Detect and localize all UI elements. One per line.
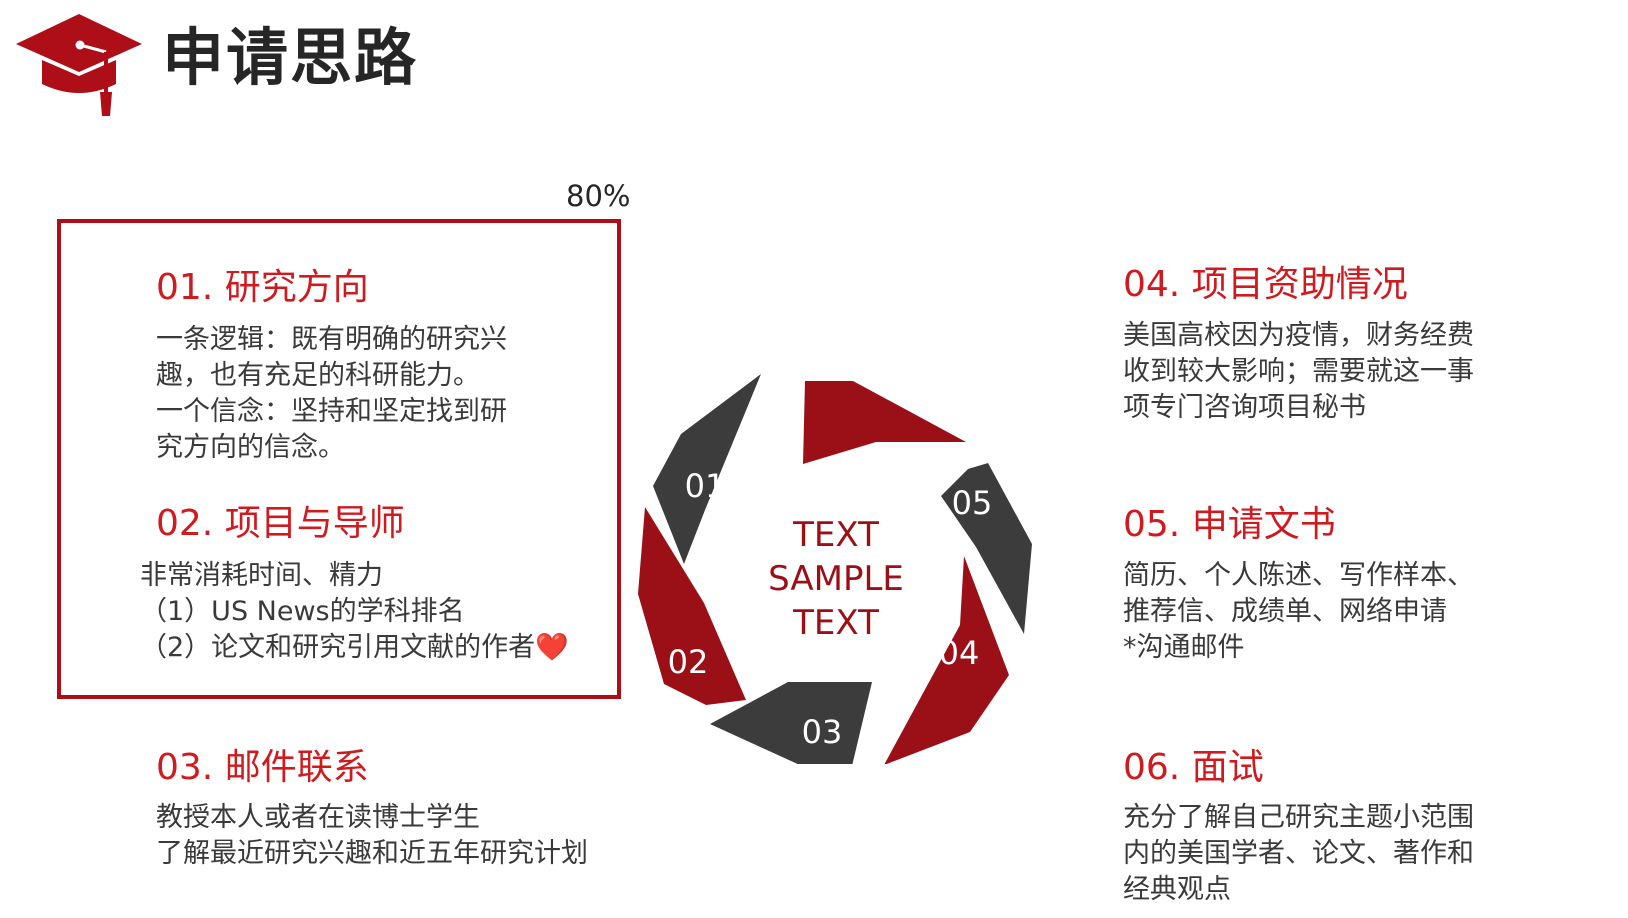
section-03-body: 教授本人或者在读博士学生 了解最近研究兴趣和近五年研究计划	[156, 800, 588, 872]
segment-01: 01	[653, 374, 761, 564]
section-05-body: 简历、个人陈述、写作样本、 推荐信、成绩单、网络申请 *沟通邮件	[1123, 558, 1474, 666]
section-02-line-text: （2）论文和研究引用文献的作者	[140, 632, 536, 663]
section-06-body: 充分了解自己研究主题小范围 内的美国学者、论文、著作和 经典观点	[1123, 800, 1474, 908]
section-06-line: 内的美国学者、论文、著作和	[1123, 838, 1474, 869]
section-06-line: 经典观点	[1123, 874, 1231, 905]
graduation-cap-icon	[16, 14, 142, 116]
section-02-line: （1）US News的学科排名	[140, 596, 465, 627]
center-text-line: TEXT	[792, 515, 879, 555]
section-04-title: 04. 项目资助情况	[1123, 264, 1408, 305]
section-05-line: 推荐信、成绩单、网络申请	[1123, 596, 1447, 627]
section-03-line: 了解最近研究兴趣和近五年研究计划	[156, 838, 588, 869]
section-01-title: 01. 研究方向	[156, 267, 369, 308]
section-05-line: *沟通邮件	[1123, 632, 1245, 663]
section-02-line: （2）论文和研究引用文献的作者❤️	[140, 630, 569, 666]
section-04-line: 项专门咨询项目秘书	[1123, 392, 1366, 423]
section-04-body: 美国高校因为疫情，财务经费 收到较大影响；需要就这一事 项专门咨询项目秘书	[1123, 318, 1474, 426]
segment-06-label: 06	[842, 455, 883, 493]
section-03-title: 03. 邮件联系	[156, 747, 369, 788]
section-01-line: 一个信念：坚持和坚定找到研	[156, 396, 507, 427]
section-04-line: 美国高校因为疫情，财务经费	[1123, 320, 1474, 351]
section-03-line: 教授本人或者在读博士学生	[156, 802, 480, 833]
section-01-line: 趣，也有充足的科研能力。	[156, 360, 480, 391]
section-01-line: 究方向的信念。	[156, 432, 345, 463]
section-01-line: 一条逻辑：既有明确的研究兴	[156, 324, 507, 355]
section-05-title: 05. 申请文书	[1123, 504, 1336, 545]
segment-01-label: 01	[685, 467, 726, 505]
segment-06-shape	[803, 381, 966, 464]
center-text-line: SAMPLE	[768, 559, 904, 599]
center-text-line: TEXT	[792, 603, 879, 643]
segment-05-label: 05	[952, 484, 993, 522]
section-02-body: 非常消耗时间、精力 （1）US News的学科排名 （2）论文和研究引用文献的作…	[140, 558, 569, 666]
section-06-line: 充分了解自己研究主题小范围	[1123, 802, 1474, 833]
cycle-diagram: 06 05 04 03 02 01 TEXT SAMPLE TEXT	[638, 374, 1032, 764]
segment-04-label: 04	[939, 634, 980, 672]
page-title: 申请思路	[162, 21, 419, 94]
progress-percent-label: 80%	[566, 179, 631, 213]
segment-05: 05	[941, 463, 1032, 634]
heart-icon: ❤️	[535, 632, 569, 663]
section-02-line: 非常消耗时间、精力	[140, 560, 383, 591]
section-01-body: 一条逻辑：既有明确的研究兴 趣，也有充足的科研能力。 一个信念：坚持和坚定找到研…	[156, 322, 507, 466]
segment-02-label: 02	[668, 643, 709, 681]
section-04-line: 收到较大影响；需要就这一事	[1123, 356, 1474, 387]
center-text: TEXT SAMPLE TEXT	[768, 515, 904, 643]
segment-03-label: 03	[802, 713, 843, 751]
section-02-title: 02. 项目与导师	[156, 503, 405, 544]
section-06-title: 06. 面试	[1123, 747, 1264, 788]
segment-06: 06	[803, 381, 966, 493]
section-05-line: 简历、个人陈述、写作样本、	[1123, 560, 1474, 591]
